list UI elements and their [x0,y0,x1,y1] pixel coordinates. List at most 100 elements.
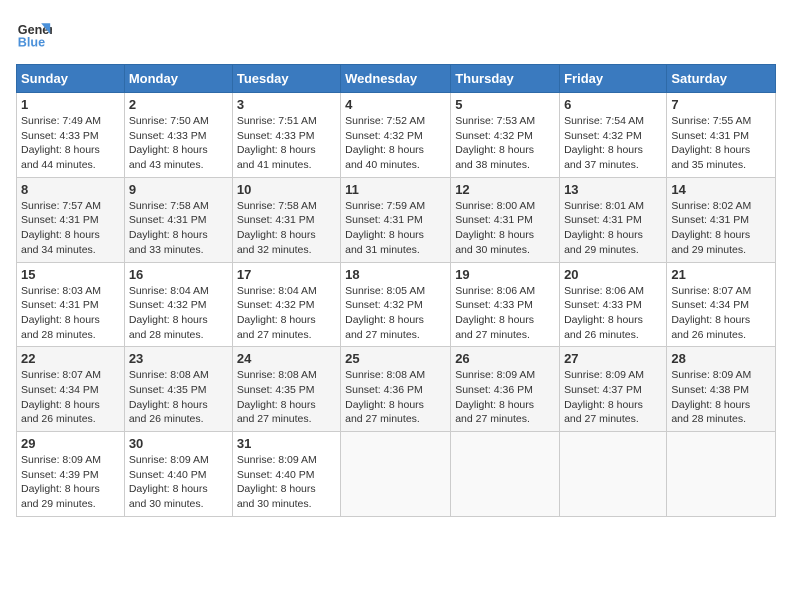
day-info: Sunrise: 8:04 AM Sunset: 4:32 PM Dayligh… [237,284,336,343]
day-number: 16 [129,267,228,282]
day-info: Sunrise: 8:08 AM Sunset: 4:35 PM Dayligh… [129,368,228,427]
calendar-cell: 11 Sunrise: 7:59 AM Sunset: 4:31 PM Dayl… [341,177,451,262]
calendar-cell: 12 Sunrise: 8:00 AM Sunset: 4:31 PM Dayl… [451,177,560,262]
day-info: Sunrise: 8:07 AM Sunset: 4:34 PM Dayligh… [21,368,120,427]
day-number: 10 [237,182,336,197]
logo: General Blue [16,16,52,52]
day-info: Sunrise: 8:09 AM Sunset: 4:40 PM Dayligh… [237,453,336,512]
day-info: Sunrise: 7:53 AM Sunset: 4:32 PM Dayligh… [455,114,555,173]
day-number: 4 [345,97,446,112]
day-info: Sunrise: 8:06 AM Sunset: 4:33 PM Dayligh… [455,284,555,343]
calendar-cell: 15 Sunrise: 8:03 AM Sunset: 4:31 PM Dayl… [17,262,125,347]
day-info: Sunrise: 7:59 AM Sunset: 4:31 PM Dayligh… [345,199,446,258]
calendar-cell: 2 Sunrise: 7:50 AM Sunset: 4:33 PM Dayli… [124,93,232,178]
day-number: 9 [129,182,228,197]
svg-text:Blue: Blue [18,36,45,50]
col-header-monday: Monday [124,65,232,93]
day-info: Sunrise: 8:07 AM Sunset: 4:34 PM Dayligh… [671,284,771,343]
day-number: 11 [345,182,446,197]
calendar-cell: 30 Sunrise: 8:09 AM Sunset: 4:40 PM Dayl… [124,432,232,517]
day-number: 27 [564,351,662,366]
day-info: Sunrise: 8:09 AM Sunset: 4:38 PM Dayligh… [671,368,771,427]
day-number: 1 [21,97,120,112]
day-number: 15 [21,267,120,282]
calendar-cell [560,432,667,517]
day-info: Sunrise: 8:08 AM Sunset: 4:36 PM Dayligh… [345,368,446,427]
day-info: Sunrise: 8:03 AM Sunset: 4:31 PM Dayligh… [21,284,120,343]
calendar-cell: 25 Sunrise: 8:08 AM Sunset: 4:36 PM Dayl… [341,347,451,432]
col-header-tuesday: Tuesday [232,65,340,93]
calendar-week-row: 29 Sunrise: 8:09 AM Sunset: 4:39 PM Dayl… [17,432,776,517]
day-info: Sunrise: 8:09 AM Sunset: 4:39 PM Dayligh… [21,453,120,512]
calendar-cell: 18 Sunrise: 8:05 AM Sunset: 4:32 PM Dayl… [341,262,451,347]
day-number: 21 [671,267,771,282]
day-number: 28 [671,351,771,366]
day-info: Sunrise: 8:01 AM Sunset: 4:31 PM Dayligh… [564,199,662,258]
calendar-cell: 20 Sunrise: 8:06 AM Sunset: 4:33 PM Dayl… [560,262,667,347]
calendar-cell [451,432,560,517]
day-info: Sunrise: 7:58 AM Sunset: 4:31 PM Dayligh… [237,199,336,258]
calendar-cell: 13 Sunrise: 8:01 AM Sunset: 4:31 PM Dayl… [560,177,667,262]
day-info: Sunrise: 7:52 AM Sunset: 4:32 PM Dayligh… [345,114,446,173]
calendar-cell: 4 Sunrise: 7:52 AM Sunset: 4:32 PM Dayli… [341,93,451,178]
day-info: Sunrise: 7:51 AM Sunset: 4:33 PM Dayligh… [237,114,336,173]
calendar-cell: 7 Sunrise: 7:55 AM Sunset: 4:31 PM Dayli… [667,93,776,178]
day-info: Sunrise: 8:05 AM Sunset: 4:32 PM Dayligh… [345,284,446,343]
calendar-cell: 31 Sunrise: 8:09 AM Sunset: 4:40 PM Dayl… [232,432,340,517]
calendar-cell: 5 Sunrise: 7:53 AM Sunset: 4:32 PM Dayli… [451,93,560,178]
day-number: 17 [237,267,336,282]
calendar-week-row: 8 Sunrise: 7:57 AM Sunset: 4:31 PM Dayli… [17,177,776,262]
day-info: Sunrise: 7:50 AM Sunset: 4:33 PM Dayligh… [129,114,228,173]
calendar-cell: 9 Sunrise: 7:58 AM Sunset: 4:31 PM Dayli… [124,177,232,262]
col-header-friday: Friday [560,65,667,93]
day-number: 7 [671,97,771,112]
day-info: Sunrise: 8:09 AM Sunset: 4:37 PM Dayligh… [564,368,662,427]
calendar-cell: 10 Sunrise: 7:58 AM Sunset: 4:31 PM Dayl… [232,177,340,262]
logo-icon: General Blue [16,16,52,52]
calendar-cell [341,432,451,517]
day-number: 8 [21,182,120,197]
calendar-week-row: 15 Sunrise: 8:03 AM Sunset: 4:31 PM Dayl… [17,262,776,347]
day-number: 3 [237,97,336,112]
day-number: 20 [564,267,662,282]
calendar-cell: 6 Sunrise: 7:54 AM Sunset: 4:32 PM Dayli… [560,93,667,178]
day-number: 18 [345,267,446,282]
day-info: Sunrise: 8:04 AM Sunset: 4:32 PM Dayligh… [129,284,228,343]
calendar-cell: 1 Sunrise: 7:49 AM Sunset: 4:33 PM Dayli… [17,93,125,178]
day-number: 23 [129,351,228,366]
calendar-cell [667,432,776,517]
calendar-cell: 21 Sunrise: 8:07 AM Sunset: 4:34 PM Dayl… [667,262,776,347]
calendar-cell: 23 Sunrise: 8:08 AM Sunset: 4:35 PM Dayl… [124,347,232,432]
calendar-cell: 3 Sunrise: 7:51 AM Sunset: 4:33 PM Dayli… [232,93,340,178]
day-number: 6 [564,97,662,112]
day-number: 12 [455,182,555,197]
day-number: 2 [129,97,228,112]
day-info: Sunrise: 8:06 AM Sunset: 4:33 PM Dayligh… [564,284,662,343]
day-info: Sunrise: 7:57 AM Sunset: 4:31 PM Dayligh… [21,199,120,258]
calendar-cell: 24 Sunrise: 8:08 AM Sunset: 4:35 PM Dayl… [232,347,340,432]
calendar-cell: 14 Sunrise: 8:02 AM Sunset: 4:31 PM Dayl… [667,177,776,262]
col-header-saturday: Saturday [667,65,776,93]
day-info: Sunrise: 8:09 AM Sunset: 4:36 PM Dayligh… [455,368,555,427]
day-info: Sunrise: 8:08 AM Sunset: 4:35 PM Dayligh… [237,368,336,427]
day-number: 13 [564,182,662,197]
day-number: 30 [129,436,228,451]
calendar-header-row: SundayMondayTuesdayWednesdayThursdayFrid… [17,65,776,93]
day-number: 14 [671,182,771,197]
day-info: Sunrise: 7:58 AM Sunset: 4:31 PM Dayligh… [129,199,228,258]
day-number: 31 [237,436,336,451]
calendar-table: SundayMondayTuesdayWednesdayThursdayFrid… [16,64,776,517]
calendar-cell: 29 Sunrise: 8:09 AM Sunset: 4:39 PM Dayl… [17,432,125,517]
day-info: Sunrise: 8:00 AM Sunset: 4:31 PM Dayligh… [455,199,555,258]
calendar-week-row: 1 Sunrise: 7:49 AM Sunset: 4:33 PM Dayli… [17,93,776,178]
day-info: Sunrise: 8:09 AM Sunset: 4:40 PM Dayligh… [129,453,228,512]
day-info: Sunrise: 7:54 AM Sunset: 4:32 PM Dayligh… [564,114,662,173]
calendar-cell: 16 Sunrise: 8:04 AM Sunset: 4:32 PM Dayl… [124,262,232,347]
col-header-wednesday: Wednesday [341,65,451,93]
calendar-cell: 26 Sunrise: 8:09 AM Sunset: 4:36 PM Dayl… [451,347,560,432]
calendar-cell: 22 Sunrise: 8:07 AM Sunset: 4:34 PM Dayl… [17,347,125,432]
calendar-cell: 27 Sunrise: 8:09 AM Sunset: 4:37 PM Dayl… [560,347,667,432]
day-number: 29 [21,436,120,451]
calendar-week-row: 22 Sunrise: 8:07 AM Sunset: 4:34 PM Dayl… [17,347,776,432]
day-info: Sunrise: 7:49 AM Sunset: 4:33 PM Dayligh… [21,114,120,173]
